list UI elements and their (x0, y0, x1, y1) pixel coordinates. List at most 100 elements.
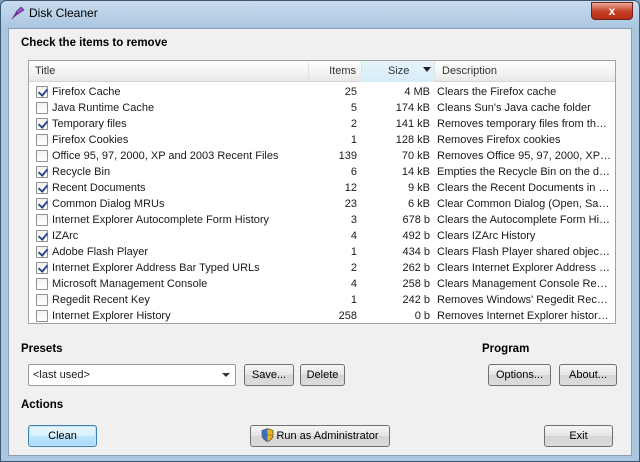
item-size: 70 kB (401, 150, 430, 162)
item-count: 4 (350, 230, 357, 242)
list-item[interactable]: Recycle Bin 6 14 kB Empties the Recycle Bin… (29, 164, 615, 180)
list-item[interactable]: Firefox Cookies 1 128 kB Removes Firefox co… (29, 132, 615, 148)
list-item[interactable]: Java Runtime Cache 5 174 kB Cleans Sun's Ja… (29, 100, 615, 116)
item-title: Firefox Cache (52, 86, 121, 98)
items-heading: Check the items to remove (21, 37, 168, 49)
run-as-administrator-label: Run as Administrator (276, 430, 379, 442)
list-item[interactable]: Internet Explorer Autocomplete Form Hist… (29, 212, 615, 228)
item-checkbox[interactable] (36, 118, 48, 130)
column-header-title[interactable]: Title (29, 61, 309, 82)
item-count: 4 (350, 278, 357, 290)
item-checkbox[interactable] (36, 166, 48, 178)
item-description: Empties the Recycle Bin on the desktop (437, 166, 612, 178)
item-checkbox[interactable] (36, 310, 48, 322)
list-item[interactable]: Regedit Recent Key 1 242 b Removes Windows'… (29, 292, 615, 308)
uac-shield-icon (262, 428, 274, 442)
item-description: Clears Flash Player shared objects (Fl..… (437, 246, 612, 258)
preset-select[interactable]: <last used> (28, 364, 236, 386)
item-title: Internet Explorer Autocomplete Form Hist… (52, 214, 270, 226)
item-description: Clears IZArc History (437, 230, 536, 242)
item-count: 258 (338, 310, 357, 322)
item-size: 258 b (402, 278, 430, 290)
item-title: Temporary files (52, 118, 127, 130)
disk-cleaner-window: Disk Cleaner x Check the items to remove… (0, 0, 640, 462)
column-header-description[interactable]: Description (435, 61, 615, 82)
run-as-administrator-button[interactable]: Run as Administrator (250, 425, 390, 447)
list-item[interactable]: Temporary files 2 141 kB Removes temporary … (29, 116, 615, 132)
item-count: 139 (338, 150, 357, 162)
item-checkbox[interactable] (36, 198, 48, 210)
close-icon: x (608, 4, 616, 18)
item-size: 6 kB (407, 198, 430, 210)
window-title: Disk Cleaner (29, 6, 98, 20)
item-checkbox[interactable] (36, 214, 48, 226)
item-checkbox[interactable] (36, 294, 48, 306)
list-rows: Firefox Cache 25 4 MB Clears the Firefox ca… (29, 84, 615, 324)
clean-button[interactable]: Clean (28, 425, 97, 447)
list-item[interactable]: Office 95, 97, 2000, XP and 2003 Recent … (29, 148, 615, 164)
item-title: Microsoft Management Console (52, 278, 208, 290)
item-description: Clears Management Console Recent ... (437, 278, 612, 290)
close-button[interactable]: x (591, 2, 633, 20)
program-heading: Program (482, 343, 530, 355)
item-size: 9 kB (407, 182, 430, 194)
item-size: 492 b (402, 230, 430, 242)
disk-cleaner-app-icon (11, 6, 25, 20)
exit-button[interactable]: Exit (544, 425, 613, 447)
item-count: 5 (350, 102, 357, 114)
sort-descending-icon (423, 67, 431, 72)
item-title: Recent Documents (52, 182, 146, 194)
title-bar[interactable]: Disk Cleaner x (1, 1, 639, 27)
cleanup-items-list[interactable]: Title Items Size Description Firefox Cac… (28, 60, 616, 324)
list-header: Title Items Size Description (29, 61, 615, 82)
item-size: 14 kB (401, 166, 430, 178)
item-title: Adobe Flash Player (52, 246, 148, 258)
item-description: Clear Common Dialog (Open, Save) m... (437, 198, 612, 210)
item-title: Office 95, 97, 2000, XP and 2003 Recent … (52, 150, 279, 162)
item-checkbox[interactable] (36, 230, 48, 242)
list-item[interactable]: Recent Documents 12 9 kB Clears the Recent … (29, 180, 615, 196)
item-description: Removes Office 95, 97, 2000, XP an... (437, 150, 612, 162)
list-item[interactable]: Firefox Cache 25 4 MB Clears the Firefox ca… (29, 84, 615, 100)
item-description: Removes Internet Explorer history re... (437, 310, 612, 322)
item-checkbox[interactable] (36, 86, 48, 98)
list-item[interactable]: Common Dialog MRUs 23 6 kB Clear Common Dia… (29, 196, 615, 212)
item-checkbox[interactable] (36, 262, 48, 274)
save-preset-button[interactable]: Save... (244, 364, 294, 386)
item-size: 678 b (402, 214, 430, 226)
list-item[interactable]: Adobe Flash Player 1 434 b Clears Flash Pla… (29, 244, 615, 260)
about-button[interactable]: About... (559, 364, 617, 386)
item-checkbox[interactable] (36, 150, 48, 162)
item-checkbox[interactable] (36, 278, 48, 290)
list-item[interactable]: Microsoft Management Console 4 258 b Clears… (29, 276, 615, 292)
item-title: Firefox Cookies (52, 134, 129, 146)
item-count: 23 (344, 198, 357, 210)
column-header-size[interactable]: Size (362, 61, 435, 82)
item-title: Recycle Bin (52, 166, 111, 178)
list-item[interactable]: Internet Explorer Address Bar Typed URLs… (29, 260, 615, 276)
item-title: Common Dialog MRUs (52, 198, 165, 210)
delete-preset-button[interactable]: Delete (300, 364, 345, 386)
list-item[interactable]: Internet Explorer History 258 0 b Removes I… (29, 308, 615, 324)
item-description: Clears the Recent Documents in the ... (437, 182, 612, 194)
column-header-items[interactable]: Items (309, 61, 362, 82)
item-checkbox[interactable] (36, 182, 48, 194)
item-checkbox[interactable] (36, 246, 48, 258)
item-count: 2 (350, 118, 357, 130)
item-count: 3 (350, 214, 357, 226)
item-size: 4 MB (404, 86, 430, 98)
item-count: 12 (344, 182, 357, 194)
item-description: Clears the Firefox cache (437, 86, 557, 98)
list-item[interactable]: IZArc 4 492 b Clears IZArc History (29, 228, 615, 244)
options-button[interactable]: Options... (488, 364, 551, 386)
item-count: 1 (350, 246, 357, 258)
item-size: 434 b (402, 246, 430, 258)
item-checkbox[interactable] (36, 102, 48, 114)
item-count: 25 (344, 86, 357, 98)
item-title: IZArc (52, 230, 79, 242)
item-count: 6 (350, 166, 357, 178)
item-checkbox[interactable] (36, 134, 48, 146)
item-description: Cleans Sun's Java cache folder (437, 102, 591, 114)
item-size: 128 kB (395, 134, 430, 146)
item-size: 262 b (402, 262, 430, 274)
